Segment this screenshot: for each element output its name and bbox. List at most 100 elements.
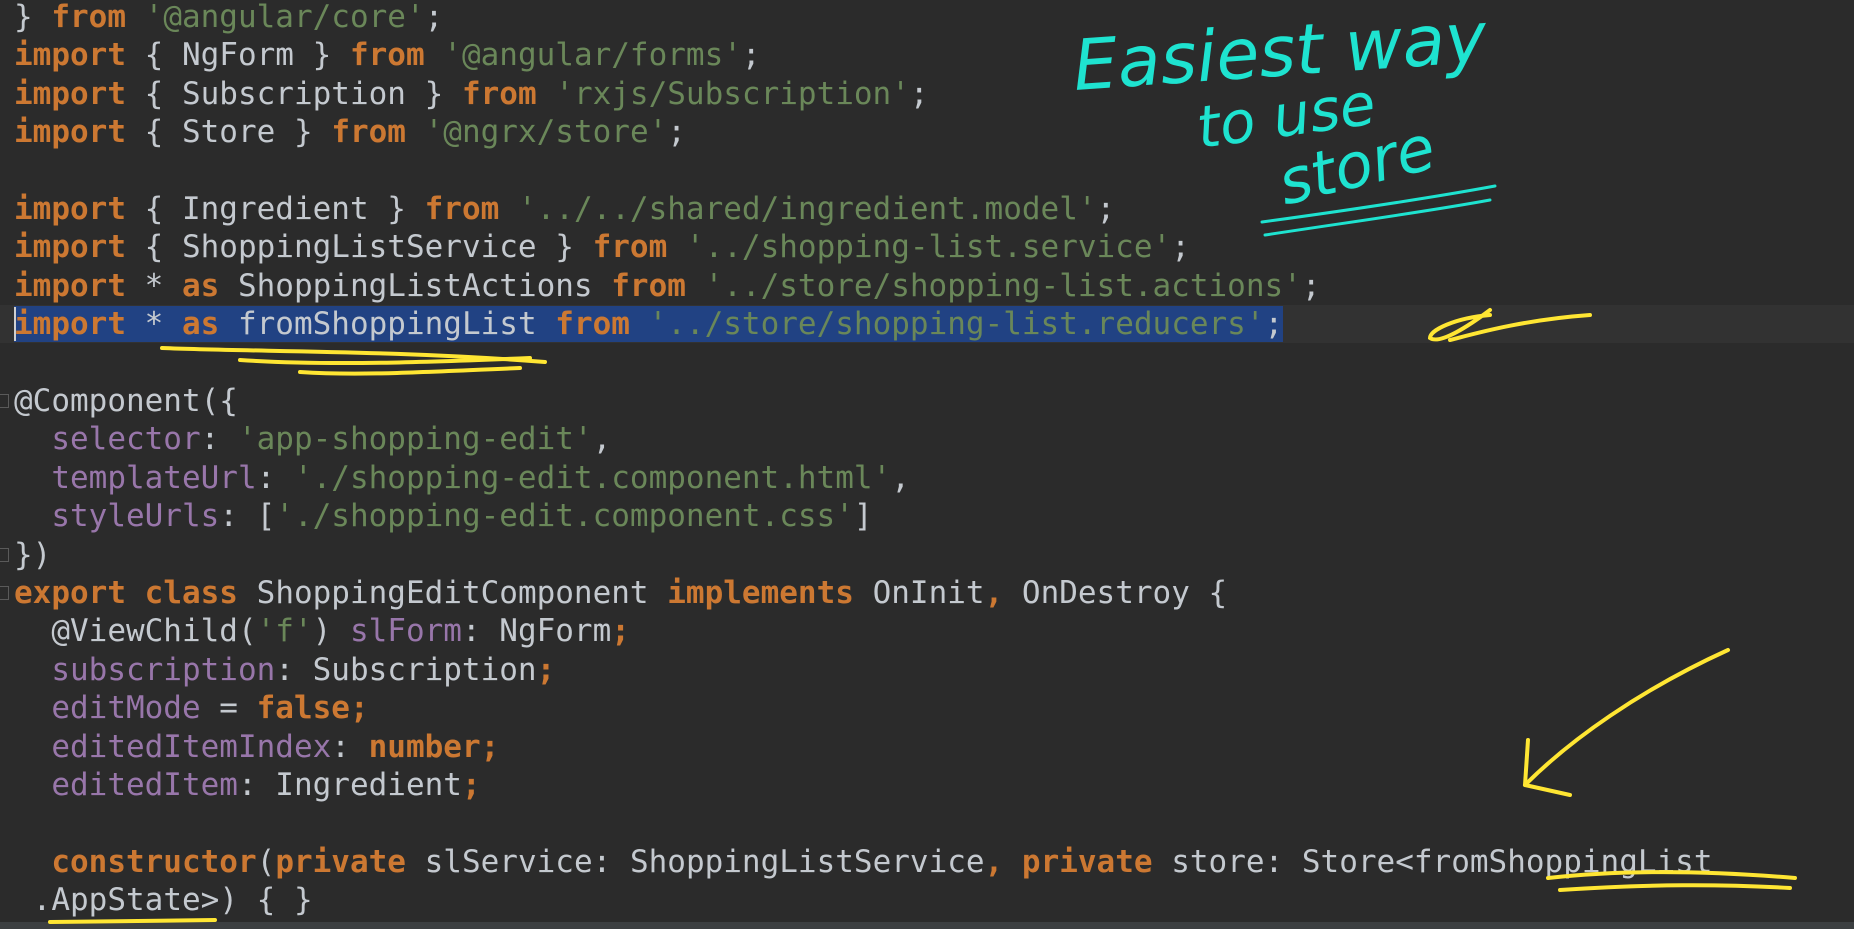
code-token: < — [1395, 843, 1414, 880]
code-line[interactable]: selector: 'app-shopping-edit', — [0, 420, 1854, 458]
fold-marker-icon[interactable] — [0, 394, 9, 408]
code-line[interactable]: .AppState>) { } — [0, 881, 1854, 919]
code-token: import — [14, 229, 126, 266]
code-token: from — [331, 114, 406, 151]
code-line[interactable]: @ViewChild('f') slForm: NgForm; — [0, 612, 1854, 650]
code-token: } — [536, 229, 593, 266]
code-token: } — [14, 0, 52, 35]
code-line[interactable]: import { Ingredient } from '../../shared… — [0, 190, 1854, 228]
code-token: fromShoppingList — [1413, 843, 1713, 880]
code-token: { — [125, 191, 182, 227]
code-token: @ViewChild — [51, 613, 238, 650]
code-token: * — [125, 306, 182, 343]
code-line[interactable]: import { Store } from '@ngrx/store'; — [0, 113, 1854, 151]
code-token: from — [592, 229, 668, 266]
code-token: Store — [181, 114, 276, 151]
code-token: implements — [667, 575, 854, 611]
code-line[interactable]: } from '@angular/core'; — [0, 0, 1854, 36]
code-line[interactable]: editedItemIndex: number; — [0, 728, 1854, 766]
code-token: : — [461, 613, 500, 650]
code-token: : — [592, 843, 630, 880]
code-line[interactable]: import * as ShoppingListActions from '..… — [0, 267, 1854, 305]
code-editor[interactable]: } from '@angular/core'; import { NgForm }… — [0, 0, 1854, 922]
code-line[interactable]: export class ShoppingEditComponent imple… — [0, 574, 1854, 612]
code-token: * — [125, 267, 182, 304]
code-token: ; — [424, 0, 444, 35]
code-line[interactable] — [0, 152, 1854, 190]
code-token: selector — [51, 421, 201, 458]
code-token: slForm — [349, 613, 462, 650]
code-token: false — [256, 690, 350, 727]
code-token: editedItemIndex — [51, 728, 332, 765]
code-token: import — [14, 37, 126, 74]
code-token: editMode — [51, 690, 201, 727]
code-line[interactable]: import { Subscription } from 'rxjs/Subsc… — [0, 75, 1854, 113]
code-token: '../store/shopping-list.reducers' — [648, 306, 1265, 343]
code-line[interactable]: templateUrl: './shopping-edit.component.… — [0, 459, 1854, 497]
code-line[interactable] — [0, 344, 1854, 382]
code-token: '../../shared/ingredient.model' — [517, 191, 1097, 227]
code-token: ; — [909, 75, 929, 112]
code-token: : — [237, 767, 276, 803]
code-token: ; — [536, 651, 556, 688]
code-token: '../store/shopping-list.actions' — [704, 267, 1302, 304]
fold-marker-icon[interactable] — [0, 547, 9, 562]
code-token: ; — [1171, 229, 1190, 266]
code-token: OnDestroy — [1021, 575, 1190, 611]
code-token: private — [275, 843, 406, 880]
code-token: }) — [14, 536, 52, 573]
code-token: .AppState — [32, 882, 201, 919]
code-line[interactable]: editedItem: Ingredient; — [0, 766, 1854, 804]
code-token: ; — [1301, 267, 1321, 304]
code-line[interactable]: import { NgForm } from '@angular/forms'; — [0, 36, 1854, 74]
code-token: { — [1189, 575, 1228, 611]
code-line[interactable]: }) — [0, 536, 1854, 574]
code-line[interactable] — [0, 804, 1854, 842]
code-token: ( — [256, 843, 276, 880]
code-token: Subscription — [181, 75, 406, 112]
code-token: ; — [741, 37, 761, 74]
code-line[interactable]: constructor(private slService: ShoppingL… — [0, 843, 1854, 881]
code-line[interactable]: subscription: Subscription; — [0, 651, 1854, 689]
code-token: import — [14, 191, 126, 227]
code-line[interactable]: editMode = false; — [0, 689, 1854, 727]
code-token: ; — [349, 690, 369, 727]
code-token: OnInit — [872, 575, 985, 611]
code-token: } — [405, 75, 462, 112]
code-token: slService — [424, 843, 593, 880]
code-token: number — [368, 728, 481, 765]
code-token: import — [14, 267, 126, 304]
code-line[interactable]: styleUrls: ['./shopping-edit.component.c… — [0, 497, 1854, 535]
code-token: fromShoppingList — [237, 306, 537, 343]
code-token: , — [891, 459, 910, 496]
code-token: ShoppingListActions — [237, 267, 593, 304]
fold-marker-icon[interactable] — [0, 586, 9, 600]
code-token: export — [14, 575, 126, 611]
code-token: subscription — [51, 651, 276, 688]
code-line[interactable]: import { ShoppingListService } from '../… — [0, 228, 1854, 266]
code-token: { — [125, 37, 182, 74]
code-token: from — [611, 267, 686, 304]
code-token: '@angular/core' — [144, 0, 425, 35]
code-token: , — [984, 575, 1004, 611]
code-token: from — [51, 0, 126, 35]
code-line[interactable]: import * as fromShoppingList from '../st… — [0, 305, 1854, 344]
code-token: from — [461, 75, 537, 112]
code-token: ; — [461, 767, 481, 803]
code-token: >) { } — [200, 882, 313, 919]
code-line[interactable]: @Component({ — [0, 382, 1854, 420]
